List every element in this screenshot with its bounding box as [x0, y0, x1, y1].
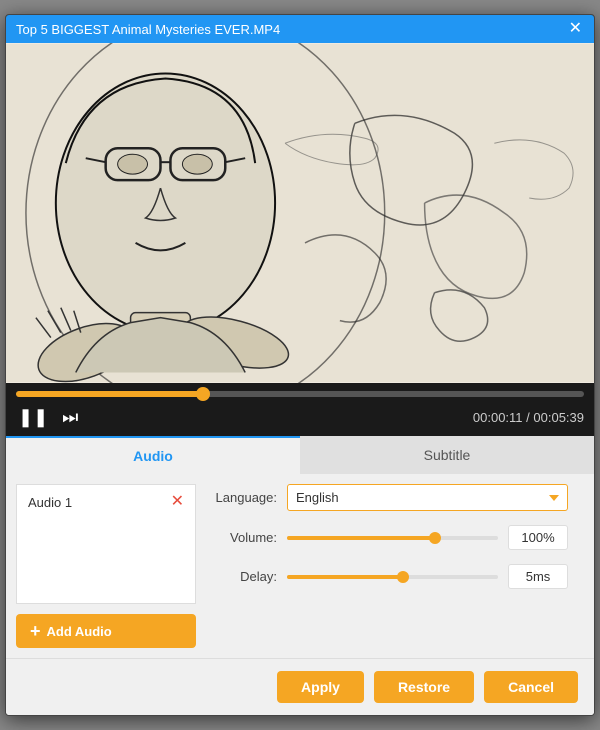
audio-list-col: Audio 1 ✕ + Add Audio	[16, 484, 196, 648]
panel-content: Audio 1 ✕ + Add Audio Language:	[6, 474, 594, 658]
volume-value[interactable]: 100%	[508, 525, 568, 550]
volume-fill	[287, 536, 435, 540]
progress-fill	[16, 391, 203, 397]
tab-subtitle[interactable]: Subtitle	[300, 436, 594, 474]
delay-slider[interactable]	[287, 567, 498, 587]
pause-icon: ❚❚	[18, 407, 48, 428]
plus-icon: +	[30, 622, 41, 640]
delay-fill	[287, 575, 403, 579]
window-title: Top 5 BIGGEST Animal Mysteries EVER.MP4	[16, 22, 280, 37]
remove-audio-button[interactable]: ✕	[171, 494, 184, 510]
delay-track	[287, 575, 498, 579]
remove-icon: ✕	[171, 493, 184, 510]
cancel-button[interactable]: Cancel	[484, 671, 578, 703]
volume-label: Volume:	[212, 530, 277, 545]
delay-value[interactable]: 5ms	[508, 564, 568, 589]
audio-item-1: Audio 1 ✕	[22, 490, 190, 514]
sketch-svg	[6, 43, 594, 383]
total-time: 00:05:39	[533, 410, 584, 425]
delay-thumb[interactable]	[397, 571, 409, 583]
pause-button[interactable]: ❚❚	[16, 405, 50, 430]
audio-controls: Language: English French Spanish German …	[196, 484, 584, 648]
language-label: Language:	[212, 490, 277, 505]
add-audio-button[interactable]: + Add Audio	[16, 614, 196, 648]
video-player	[6, 43, 594, 383]
audio-item-label: Audio 1	[28, 495, 72, 510]
title-bar: Top 5 BIGGEST Animal Mysteries EVER.MP4 …	[6, 15, 594, 43]
skip-button[interactable]: ⏭	[60, 405, 80, 430]
progress-bar[interactable]	[16, 391, 584, 397]
language-select[interactable]: English French Spanish German Italian	[287, 484, 568, 511]
volume-slider[interactable]	[287, 528, 498, 548]
skip-icon: ⏭	[62, 407, 78, 428]
video-frame	[6, 43, 594, 383]
apply-button[interactable]: Apply	[277, 671, 364, 703]
tab-audio[interactable]: Audio	[6, 436, 300, 474]
delay-row: Delay: 5ms	[212, 564, 568, 589]
volume-row: Volume: 100%	[212, 525, 568, 550]
playback-row: ❚❚ ⏭ 00:00:11 / 00:05:39	[16, 405, 584, 430]
current-time: 00:00:11	[473, 410, 523, 425]
close-button[interactable]: ✕	[567, 21, 584, 37]
add-audio-label: Add Audio	[47, 624, 112, 639]
delay-label: Delay:	[212, 569, 277, 584]
main-window: Top 5 BIGGEST Animal Mysteries EVER.MP4 …	[5, 14, 595, 716]
restore-button[interactable]: Restore	[374, 671, 474, 703]
tabs-panel: Audio Subtitle Audio 1 ✕ +	[6, 436, 594, 715]
controls-bar: ❚❚ ⏭ 00:00:11 / 00:05:39	[6, 383, 594, 436]
volume-thumb[interactable]	[429, 532, 441, 544]
language-row: Language: English French Spanish German …	[212, 484, 568, 511]
bottom-actions: Apply Restore Cancel	[6, 658, 594, 715]
audio-list: Audio 1 ✕	[16, 484, 196, 604]
tab-row: Audio Subtitle	[6, 436, 594, 474]
time-display: 00:00:11 / 00:05:39	[473, 410, 584, 425]
volume-track	[287, 536, 498, 540]
progress-thumb[interactable]	[196, 387, 210, 401]
play-controls: ❚❚ ⏭	[16, 405, 80, 430]
